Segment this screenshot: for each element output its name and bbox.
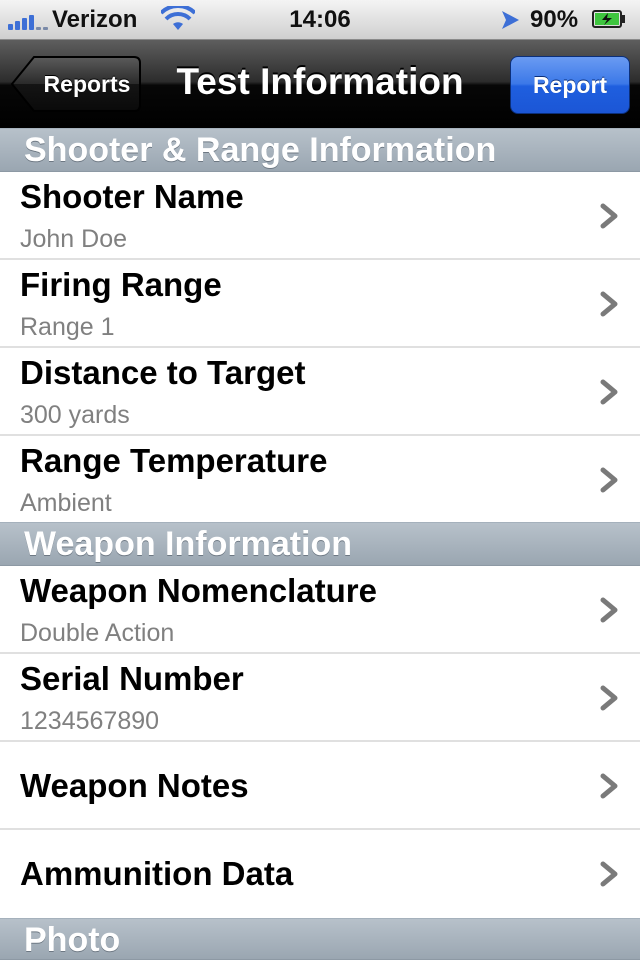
row-value: 300 yards: [20, 401, 130, 429]
row-title: Firing Range: [20, 266, 222, 303]
row-weapon-nomenclature[interactable]: Weapon Nomenclature Double Action: [0, 566, 640, 654]
chevron-right-icon: [600, 861, 618, 887]
row-value: John Doe: [20, 225, 128, 253]
battery-charging-icon: [592, 10, 625, 28]
row-title: Weapon Nomenclature: [20, 572, 377, 609]
chevron-right-icon: [600, 685, 618, 711]
chevron-right-icon: [600, 291, 618, 317]
status-bar: Verizon 14:06 90%: [0, 0, 640, 40]
chevron-right-icon: [600, 597, 618, 623]
chevron-right-icon: [600, 379, 618, 405]
chevron-right-icon: [600, 203, 618, 229]
row-range-temperature[interactable]: Range Temperature Ambient: [0, 436, 640, 522]
battery-percent: 90%: [530, 6, 579, 33]
report-button[interactable]: Report: [510, 56, 630, 114]
row-shooter-name[interactable]: Shooter Name John Doe: [0, 172, 640, 260]
row-title: Distance to Target: [20, 354, 306, 391]
page-title: Test Information: [176, 61, 464, 102]
back-button-label: Reports: [43, 71, 131, 97]
navigation-bar: Reports Test Information Report: [0, 40, 640, 128]
section-header-weapon: Weapon Information: [0, 522, 640, 566]
row-title: Weapon Notes: [20, 767, 249, 804]
chevron-right-icon: [600, 467, 618, 493]
chevron-right-icon: [600, 773, 618, 799]
row-weapon-notes[interactable]: Weapon Notes: [0, 742, 640, 830]
row-ammunition-data[interactable]: Ammunition Data: [0, 830, 640, 918]
row-firing-range[interactable]: Firing Range Range 1: [0, 260, 640, 348]
row-serial-number[interactable]: Serial Number 1234567890: [0, 654, 640, 742]
back-button-reports[interactable]: Reports: [10, 55, 142, 113]
row-distance-to-target[interactable]: Distance to Target 300 yards: [0, 348, 640, 436]
row-value: 1234567890: [20, 707, 160, 735]
row-value: Range 1: [20, 313, 115, 341]
row-title: Range Temperature: [20, 442, 328, 479]
row-value: Ambient: [20, 489, 112, 517]
row-title: Ammunition Data: [20, 855, 294, 892]
location-arrow-icon: [502, 11, 519, 29]
row-value: Double Action: [20, 619, 175, 647]
section-header-shooter-range: Shooter & Range Information: [0, 128, 640, 172]
section-header-photo: Photo: [0, 918, 640, 960]
row-title: Shooter Name: [20, 178, 244, 215]
row-title: Serial Number: [20, 660, 244, 697]
